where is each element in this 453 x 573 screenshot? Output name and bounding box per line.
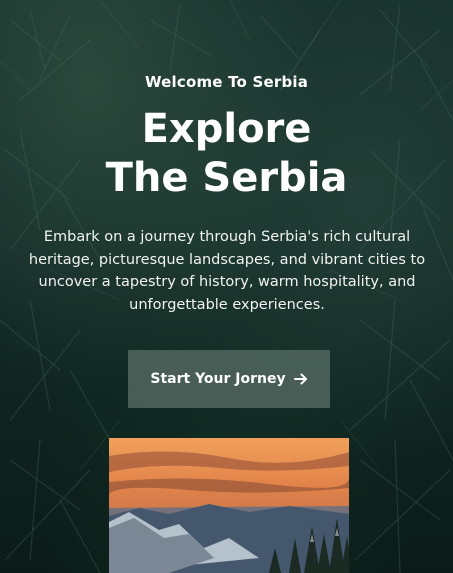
eyebrow-text: Welcome To Serbia: [144, 73, 309, 91]
start-journey-label: Start Your Jorney: [150, 371, 286, 387]
arrow-right-icon: [293, 373, 307, 385]
hero-title-line-1: Explore: [141, 106, 312, 152]
hero-title-line-2: The Serbia: [105, 155, 348, 201]
start-journey-button[interactable]: Start Your Jorney: [128, 350, 330, 408]
hero-title: Explore The Serbia: [0, 105, 453, 203]
landscape-photo: [109, 438, 349, 573]
mountain-sunset-image: [109, 438, 349, 573]
hero-description: Embark on a journey through Serbia's ric…: [28, 229, 426, 313]
hero-section: Welcome To Serbia Explore The Serbia Emb…: [0, 0, 453, 573]
